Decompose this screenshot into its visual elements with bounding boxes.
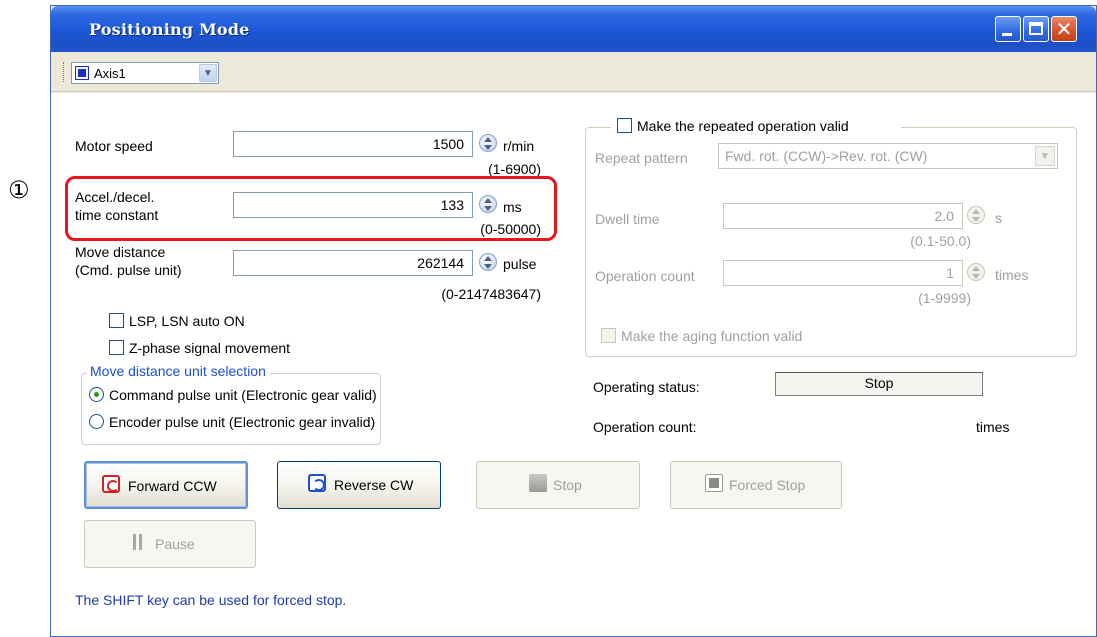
chevron-down-icon[interactable]: ▼ [199,64,217,82]
axis-select-value: Axis1 [94,66,126,81]
encoder-pulse-label: Encoder pulse unit (Electronic gear inva… [109,414,376,430]
aging-label: Make the aging function valid [621,328,803,344]
positioning-mode-window: Positioning Mode ✕ Axis1 ▼ Motor speed 1… [50,5,1097,637]
move-distance-label-line1: Move distance [75,244,166,260]
repeat-pattern-label: Repeat pattern [595,150,688,166]
title-bar[interactable]: Positioning Mode ✕ [51,6,1096,52]
toolbar-grip[interactable] [63,62,66,82]
stop-label: Stop [553,477,582,493]
accel-range: (0-50000) [480,221,541,237]
accel-time-input[interactable]: 133 [233,192,473,218]
operation-count-range: (1-9999) [918,290,971,306]
accel-label-line2: time constant [75,207,159,223]
z-phase-checkbox[interactable] [109,340,124,355]
reverse-rotation-icon [308,474,326,492]
pause-icon [129,533,147,551]
move-distance-range: (0-2147483647) [441,286,541,302]
motor-speed-input[interactable]: 1500 [233,131,473,157]
maximize-icon [1029,22,1043,35]
close-button[interactable]: ✕ [1051,16,1077,42]
move-distance-label-line2: (Cmd. pulse unit) [75,262,182,278]
repeat-pattern-value: Fwd. rot. (CCW)->Rev. rot. (CW) [725,148,928,164]
axis-select[interactable]: Axis1 ▼ [71,62,219,84]
dwell-time-input[interactable]: 2.0 [723,203,963,229]
stop-icon [529,474,547,492]
lsp-lsn-label: LSP, LSN auto ON [129,313,245,329]
toolbar: Axis1 ▼ [51,52,1096,92]
forward-ccw-label: Forward CCW [128,478,217,494]
pause-label: Pause [155,536,195,552]
reverse-cw-button[interactable]: Reverse CW [277,461,441,509]
close-icon: ✕ [1055,17,1073,41]
accel-spin-icon[interactable] [479,195,497,213]
operation-count-status-label: Operation count: [593,419,697,435]
operating-status-label: Operating status: [593,379,700,395]
operation-count-status-unit: times [976,419,1010,435]
motor-speed-unit: r/min [503,138,535,154]
axis-icon [75,66,89,80]
dwell-time-label: Dwell time [595,211,660,227]
shift-key-hint: The SHIFT key can be used for forced sto… [75,592,347,608]
forward-ccw-button[interactable]: Forward CCW [84,461,248,509]
command-pulse-label: Command pulse unit (Electronic gear vali… [109,387,377,403]
aging-checkbox[interactable] [601,328,616,343]
operation-count-label: Operation count [595,268,695,284]
move-distance-unit: pulse [503,256,537,272]
forced-stop-button[interactable]: Forced Stop [670,461,842,509]
window-title: Positioning Mode [89,20,250,39]
maximize-button[interactable] [1023,16,1049,42]
main-content: Motor speed 1500 r/min (1-6900) Accel./d… [51,93,1096,636]
operation-count-unit: times [995,267,1029,283]
operation-count-spin-icon[interactable] [967,263,985,281]
operating-status-value: Stop [775,372,983,396]
stop-button[interactable]: Stop [476,461,640,509]
dwell-spin-icon[interactable] [967,206,985,224]
dwell-unit: s [995,210,1002,226]
forced-stop-icon [705,474,723,492]
motor-speed-range: (1-6900) [488,161,541,177]
accel-label-line1: Accel./decel. [75,189,155,205]
repeat-valid-label: Make the repeated operation valid [637,118,849,134]
chevron-down-icon[interactable]: ▼ [1035,146,1055,166]
z-phase-label: Z-phase signal movement [129,340,291,356]
forward-rotation-icon [102,475,120,493]
motor-speed-spin-icon[interactable] [479,134,497,152]
minimize-icon [1002,33,1012,36]
pause-button[interactable]: Pause [84,520,256,568]
motor-speed-label: Motor speed [75,138,153,154]
move-distance-input[interactable]: 262144 [233,250,473,276]
repeat-pattern-select[interactable]: Fwd. rot. (CCW)->Rev. rot. (CW) ▼ [718,143,1058,169]
dwell-range: (0.1-50.0) [910,233,971,249]
repeat-valid-checkbox[interactable] [617,118,632,133]
accel-unit: ms [503,199,522,215]
encoder-pulse-radio[interactable] [89,414,104,429]
operation-count-input[interactable]: 1 [723,260,963,286]
reverse-cw-label: Reverse CW [334,477,414,493]
forced-stop-label: Forced Stop [729,477,806,493]
annotation-number: ① [8,176,30,204]
lsp-lsn-checkbox[interactable] [109,313,124,328]
command-pulse-radio[interactable] [89,387,104,402]
minimize-button[interactable] [995,16,1021,42]
unit-selection-title: Move distance unit selection [87,363,269,379]
move-distance-spin-icon[interactable] [479,253,497,271]
unit-selection-group [81,373,381,445]
